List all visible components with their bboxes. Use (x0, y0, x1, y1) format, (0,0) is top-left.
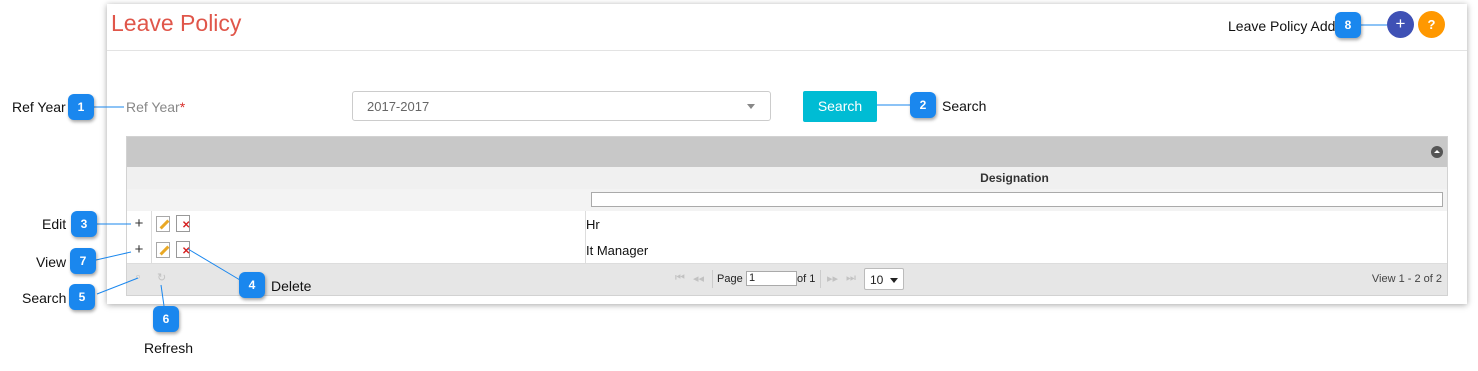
callout-badge-2: 2 (910, 92, 936, 118)
callout-badge-3: 3 (71, 211, 97, 237)
callout-label-grid-search: Search (22, 290, 67, 306)
callout-label-delete: Delete (271, 278, 312, 294)
callout-line-6 (160, 284, 165, 307)
callout-label-refresh: Refresh (144, 340, 194, 356)
callout-label-view: View (36, 254, 67, 270)
callout-badge-8: 8 (1335, 12, 1361, 38)
callout-label-ref-year: Ref Year (12, 99, 66, 115)
callout-badge-6: 6 (153, 306, 179, 332)
callout-badge-1: 1 (68, 94, 94, 120)
callout-line-5 (96, 277, 139, 295)
callout-line-7 (95, 251, 132, 261)
callout-line-4 (187, 248, 241, 281)
callout-label-edit: Edit (42, 216, 67, 232)
callout-connectors (94, 24, 1387, 307)
callout-badge-5: 5 (69, 284, 95, 310)
callout-badge-7: 7 (70, 248, 96, 274)
callout-label-search: Search (942, 98, 987, 114)
callout-badge-4: 4 (239, 272, 265, 298)
